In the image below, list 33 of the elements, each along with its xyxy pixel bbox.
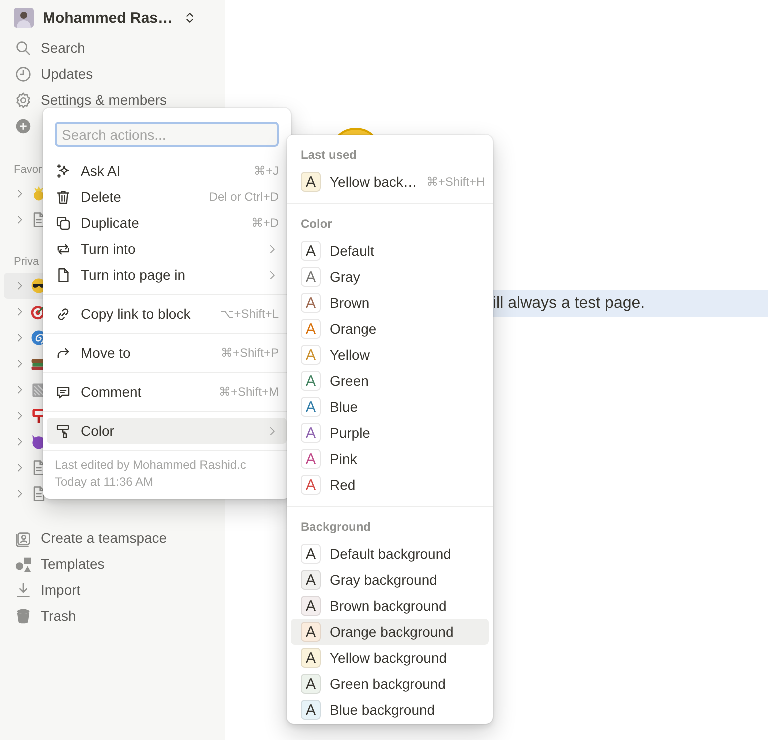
shortcut-text: ⌘+J [254,164,279,178]
shortcut-text: ⌘+Shift+M [218,385,279,399]
color-swatch: A [301,596,321,616]
color-swatch: A [301,172,321,192]
section-heading: Last used [300,147,358,164]
shortcut-text: ⌘+D [251,216,279,230]
color-swatch: A [301,293,321,313]
color-swatch: A [301,622,321,642]
color-swatch: A [301,345,321,365]
color-swatch: A [301,674,321,694]
color-swatch: A [301,449,321,469]
shortcut-text: ⌥+Shift+L [220,307,279,321]
color-swatch: A [301,267,321,287]
edited-time-text: Today at 11:36 AM [55,474,155,491]
color-swatch: A [301,570,321,590]
color-swatch: A [301,397,321,417]
shortcut-text: ⌘+Shift+P [220,346,279,360]
color-swatch: A [301,544,321,564]
section-heading: Priva [13,255,40,270]
color-swatch: A [301,241,321,261]
color-swatch: A [301,648,321,668]
shortcut-text: ⌘+Shift+H [426,175,486,189]
edited-by-text: Last edited by Mohammed Rashid.c [55,457,248,474]
color-swatch: A [301,371,321,391]
shortcut-text: Del or Ctrl+D [209,190,279,204]
color-swatch: A [301,319,321,339]
color-swatch: A [301,700,321,720]
section-heading: Background [300,519,372,536]
block-text: ill always a test page. [493,294,646,312]
section-heading: Favor [13,163,42,178]
color-swatch: A [301,475,321,495]
section-heading: Color [300,216,334,233]
color-swatch: A [301,423,321,443]
